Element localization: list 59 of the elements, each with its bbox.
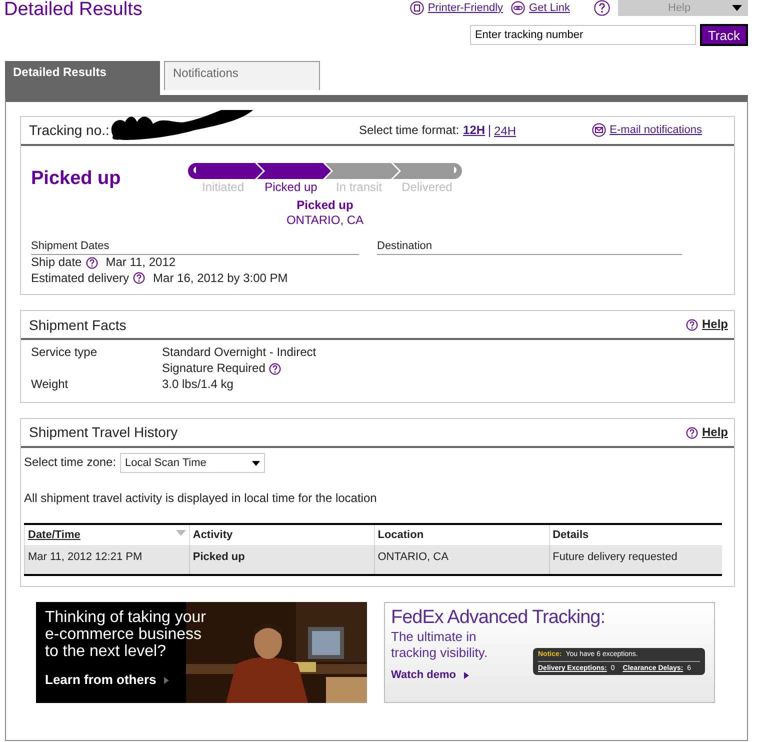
date-value: Mar 11, 2012 bbox=[106, 255, 176, 271]
help-icon[interactable] bbox=[86, 256, 98, 269]
section-heading: Destination bbox=[377, 238, 682, 256]
printer-icon[interactable] bbox=[410, 0, 424, 15]
caret-icon bbox=[252, 460, 260, 466]
ad-title: FedEx Advanced Tracking: bbox=[391, 608, 606, 630]
table-cell: ONTARIO, CA bbox=[374, 544, 550, 576]
date-label: Ship date bbox=[31, 255, 82, 271]
table-cell: Picked up bbox=[189, 544, 374, 576]
time-format-label: Select time format: bbox=[359, 122, 460, 138]
history-note: All shipment travel activity is displayed in local time for the location bbox=[24, 491, 378, 507]
step-label: Picked up bbox=[264, 180, 318, 196]
help-icon[interactable] bbox=[269, 362, 282, 375]
envelope-icon[interactable] bbox=[592, 123, 606, 138]
fact-value: Standard Overnight - Indirect bbox=[162, 345, 316, 361]
email-notifications-link[interactable]: E-mail notifications bbox=[610, 123, 702, 138]
timezone-label: Select time zone: bbox=[24, 455, 116, 471]
date-label: Estimated delivery bbox=[31, 270, 130, 286]
tracking-label: Tracking no.: bbox=[29, 121, 110, 140]
caret-icon bbox=[732, 5, 742, 11]
panel-title: Shipment Facts bbox=[29, 316, 126, 334]
help-icon[interactable] bbox=[686, 318, 698, 331]
time-format-link[interactable]: 24H bbox=[489, 124, 516, 136]
ad-subtitle: The ultimate in tracking visibility. bbox=[391, 629, 489, 660]
page-title: Detailed Results bbox=[3, 0, 142, 22]
step-label: In transit bbox=[334, 180, 384, 196]
play-icon bbox=[464, 672, 469, 679]
help-link[interactable]: Help bbox=[702, 316, 728, 333]
step-label: Initiated bbox=[200, 180, 246, 196]
tab[interactable]: Notifications bbox=[164, 61, 320, 90]
help-icon[interactable] bbox=[133, 272, 146, 284]
help-link[interactable]: Help bbox=[702, 424, 728, 440]
play-icon bbox=[164, 677, 170, 684]
help-icon[interactable] bbox=[686, 426, 698, 439]
tab[interactable]: Detailed Results bbox=[5, 61, 160, 95]
link-icon[interactable] bbox=[511, 0, 526, 15]
event-location: ONTARIO, CA bbox=[285, 213, 365, 229]
timezone-select[interactable]: Local Scan Time bbox=[120, 453, 266, 474]
table-cell: Future delivery requested bbox=[549, 544, 722, 576]
date-value: Mar 16, 2012 by 3:00 PM bbox=[153, 270, 288, 286]
track-button[interactable]: Track bbox=[700, 24, 748, 46]
time-format-link[interactable]: 12H bbox=[463, 122, 486, 138]
fact-label: Weight bbox=[31, 377, 70, 394]
tracking-number-field[interactable]: Enter tracking number bbox=[470, 25, 696, 45]
status-title: Picked up bbox=[31, 167, 122, 191]
fact-value: Signature Required bbox=[162, 360, 266, 376]
ad-link[interactable]: Learn from others bbox=[45, 672, 170, 690]
panel-title: Shipment Travel History bbox=[29, 423, 178, 442]
help-icon[interactable] bbox=[594, 0, 610, 16]
fact-label: Service type bbox=[31, 345, 98, 362]
table-cell: Mar 11, 2012 12:21 PM bbox=[24, 544, 190, 576]
watch-demo-link[interactable]: Watch demo bbox=[391, 668, 469, 683]
header-link[interactable]: Printer-Friendly bbox=[428, 0, 504, 16]
header-link[interactable]: Get Link bbox=[529, 0, 570, 16]
step-label: Delivered bbox=[400, 180, 454, 196]
fact-value: 3.0 lbs/1.4 kg bbox=[162, 377, 234, 394]
section-heading: Shipment Dates bbox=[31, 238, 359, 256]
ad-headline: Thinking of taking your e-commerce business to the next level? bbox=[45, 610, 206, 661]
event-title: Picked up bbox=[296, 198, 354, 214]
